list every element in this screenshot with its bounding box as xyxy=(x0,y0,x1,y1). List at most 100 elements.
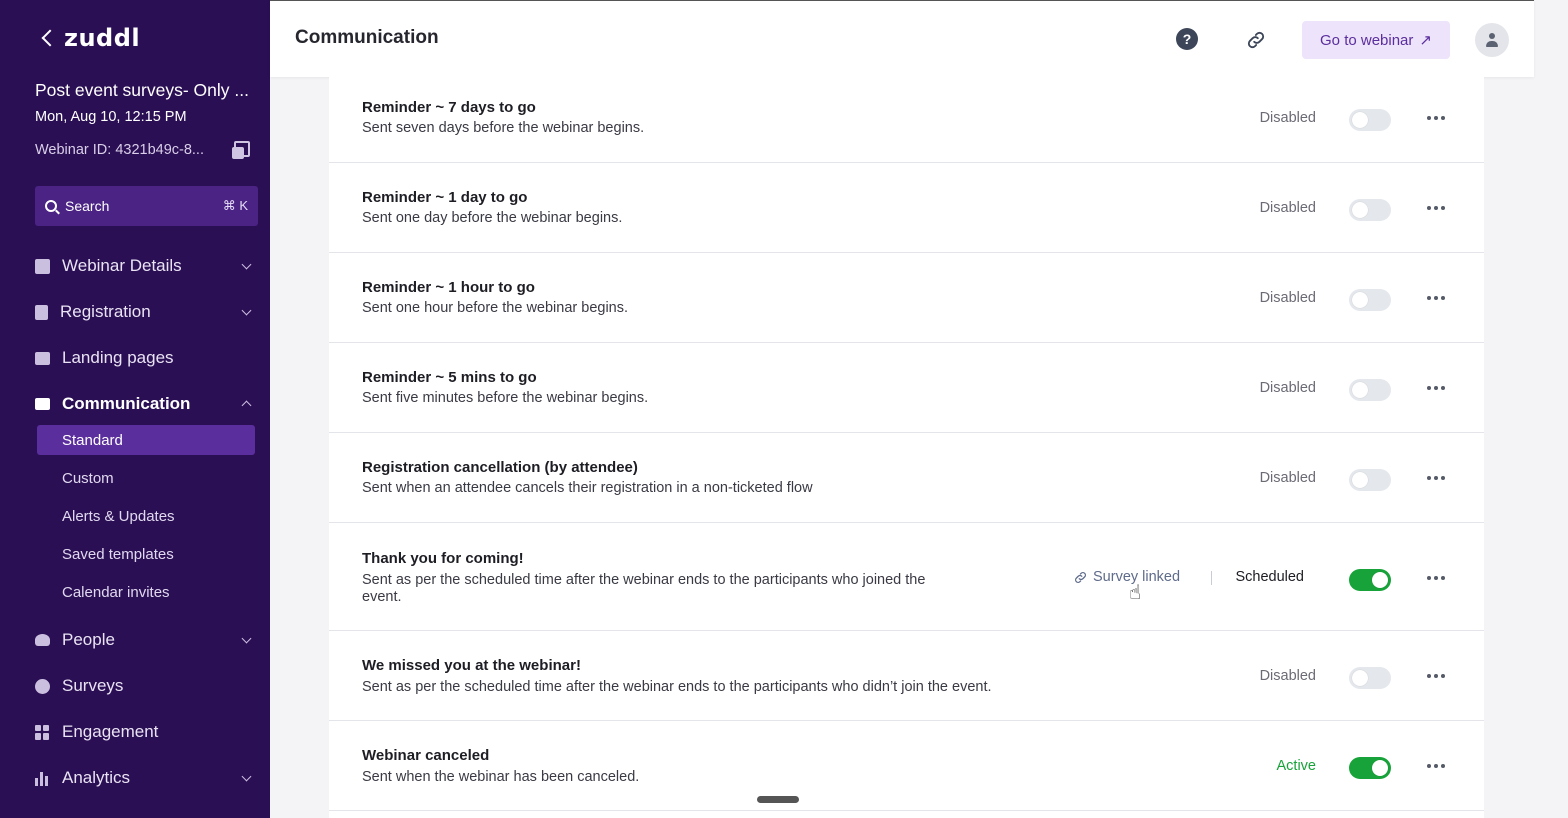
enable-toggle[interactable] xyxy=(1349,379,1391,401)
webinar-id: Webinar ID: 4321b49c-8... xyxy=(35,142,204,158)
enable-toggle[interactable] xyxy=(1349,469,1391,491)
list-item: Reminder ~ 7 days to go Sent seven days … xyxy=(329,77,1484,163)
document-icon xyxy=(35,258,50,274)
sidebar-item-landing-pages[interactable]: Landing pages xyxy=(35,348,258,368)
status-label: Disabled xyxy=(1259,668,1316,684)
subnav-custom[interactable]: Custom xyxy=(37,463,255,493)
list-item: Reminder ~ 5 mins to go Sent five minute… xyxy=(329,343,1484,433)
top-header: Communication ? Go to webinar ↗ xyxy=(270,0,1534,77)
list-item: Thank you for coming! Sent as per the sc… xyxy=(329,523,1484,631)
status-label: Scheduled xyxy=(1235,569,1304,585)
sidebar: zuddl Post event surveys- Only ... Mon, … xyxy=(0,0,270,818)
search-icon xyxy=(45,200,57,212)
enable-toggle[interactable] xyxy=(1349,757,1391,779)
list-item: Reminder ~ 1 hour to go Sent one hour be… xyxy=(329,253,1484,343)
people-icon xyxy=(35,634,50,646)
sidebar-item-label: Analytics xyxy=(62,768,131,787)
row-title: Webinar canceled xyxy=(362,747,490,764)
pie-chart-icon xyxy=(35,678,50,694)
arrow-up-right-icon: ↗ xyxy=(1419,32,1432,49)
row-description: Sent one hour before the webinar begins. xyxy=(362,300,629,316)
status-label: Disabled xyxy=(1259,200,1316,216)
search-label: Search xyxy=(65,198,110,214)
row-description: Sent five minutes before the webinar beg… xyxy=(362,390,649,406)
row-description: Sent one day before the webinar begins. xyxy=(362,210,623,226)
divider xyxy=(1211,571,1212,585)
row-title: We missed you at the webinar! xyxy=(362,657,581,674)
subnav-calendar-invites[interactable]: Calendar invites xyxy=(37,577,255,607)
user-icon xyxy=(1486,33,1498,47)
more-options-icon[interactable] xyxy=(1427,383,1447,393)
chevron-down-icon xyxy=(241,305,252,315)
row-description: Sent seven days before the webinar begin… xyxy=(362,120,645,136)
enable-toggle[interactable] xyxy=(1349,289,1391,311)
list-item: Registration cancellation (by attendee) … xyxy=(329,433,1484,523)
chevron-down-icon xyxy=(241,633,252,643)
row-title: Thank you for coming! xyxy=(362,550,524,567)
enable-toggle[interactable] xyxy=(1349,109,1391,131)
sidebar-item-analytics[interactable]: Analytics xyxy=(35,768,258,788)
avatar[interactable] xyxy=(1475,23,1509,57)
go-to-webinar-label: Go to webinar xyxy=(1320,31,1414,49)
go-to-webinar-button[interactable]: Go to webinar ↗ xyxy=(1302,21,1450,59)
page-title: Communication xyxy=(295,27,439,48)
row-description: Sent as per the scheduled time after the… xyxy=(362,679,992,695)
status-label: Disabled xyxy=(1259,470,1316,486)
status-label: Disabled xyxy=(1259,380,1316,396)
subnav-standard[interactable]: Standard xyxy=(37,425,255,455)
row-description: Sent when an attendee cancels their regi… xyxy=(362,480,813,496)
search-button[interactable]: Search ⌘ K xyxy=(35,186,258,226)
row-title: Reminder ~ 7 days to go xyxy=(362,99,536,116)
row-description: Sent when the webinar has been canceled. xyxy=(362,769,640,785)
more-options-icon[interactable] xyxy=(1427,113,1447,123)
sidebar-item-registration[interactable]: Registration xyxy=(35,302,258,322)
communication-list: Reminder ~ 7 days to go Sent seven days … xyxy=(329,77,1484,818)
subnav-saved-templates[interactable]: Saved templates xyxy=(37,539,255,569)
scroll-handle[interactable] xyxy=(757,796,799,803)
more-options-icon[interactable] xyxy=(1427,671,1447,681)
help-icon[interactable]: ? xyxy=(1176,28,1198,50)
search-shortcut: ⌘ K xyxy=(222,198,248,213)
status-label: Disabled xyxy=(1259,290,1316,306)
chevron-down-icon xyxy=(241,259,252,269)
webinar-id-row: Webinar ID: 4321b49c-8... xyxy=(35,141,250,159)
grid-icon xyxy=(35,724,50,740)
sidebar-item-people[interactable]: People xyxy=(35,630,258,650)
more-options-icon[interactable] xyxy=(1427,473,1447,483)
enable-toggle[interactable] xyxy=(1349,667,1391,689)
sidebar-item-engagement[interactable]: Engagement xyxy=(35,722,258,742)
sidebar-item-label: People xyxy=(62,630,115,649)
link-icon[interactable] xyxy=(1245,29,1267,51)
file-icon xyxy=(35,304,48,320)
enable-toggle[interactable] xyxy=(1349,569,1391,591)
sidebar-item-label: Registration xyxy=(60,302,151,321)
more-options-icon[interactable] xyxy=(1427,293,1447,303)
back-to-home[interactable]: zuddl xyxy=(38,24,140,52)
copy-icon[interactable] xyxy=(232,141,250,159)
more-options-icon[interactable] xyxy=(1427,573,1447,583)
more-options-icon[interactable] xyxy=(1427,761,1447,771)
event-title: Post event surveys- Only ... xyxy=(35,80,249,100)
browser-icon xyxy=(35,351,50,365)
chevron-up-icon xyxy=(241,400,252,411)
list-item: Reminder ~ 1 day to go Sent one day befo… xyxy=(329,163,1484,253)
survey-linked-link[interactable]: Survey linked xyxy=(1073,569,1180,585)
subnav-alerts-updates[interactable]: Alerts & Updates xyxy=(37,501,255,531)
zuddl-logo: zuddl xyxy=(64,24,141,52)
bar-chart-icon xyxy=(35,771,50,786)
status-label: Disabled xyxy=(1259,110,1316,126)
row-description: Sent as per the scheduled time after the… xyxy=(362,572,926,605)
row-title: Registration cancellation (by attendee) xyxy=(362,459,638,476)
status-label: Active xyxy=(1276,758,1317,774)
more-options-icon[interactable] xyxy=(1427,203,1447,213)
chevron-left-icon xyxy=(41,29,59,47)
row-title: Reminder ~ 1 hour to go xyxy=(362,279,535,296)
sidebar-item-label: Engagement xyxy=(62,722,159,741)
event-date: Mon, Aug 10, 12:15 PM xyxy=(35,109,187,125)
mail-icon xyxy=(35,398,50,410)
sidebar-item-webinar-details[interactable]: Webinar Details xyxy=(35,256,258,276)
link-icon xyxy=(1075,571,1086,583)
sidebar-item-communication[interactable]: Communication xyxy=(35,394,258,414)
enable-toggle[interactable] xyxy=(1349,199,1391,221)
sidebar-item-surveys[interactable]: Surveys xyxy=(35,676,258,696)
